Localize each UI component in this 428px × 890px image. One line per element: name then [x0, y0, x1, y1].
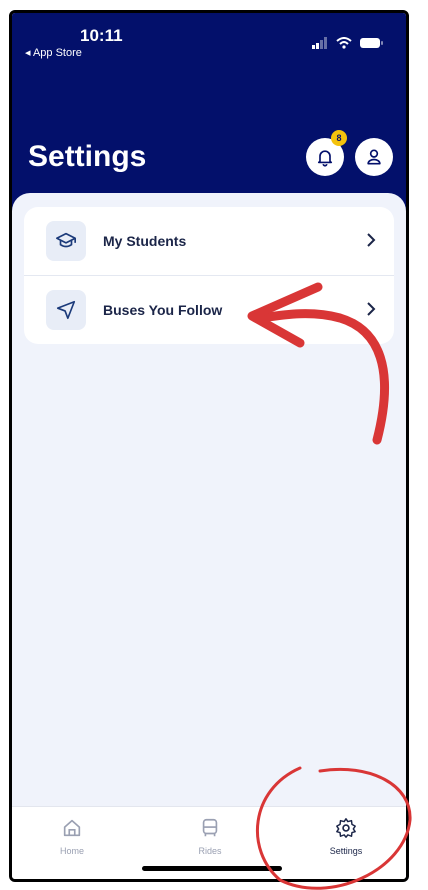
settings-item-label: My Students [103, 233, 187, 249]
battery-icon [360, 38, 383, 48]
bus-icon [202, 818, 218, 837]
tab-label: Settings [329, 846, 363, 856]
gear-icon [336, 818, 356, 838]
user-icon [367, 149, 381, 165]
graduation-cap-icon [56, 232, 76, 248]
tab-home[interactable]: Home [32, 817, 112, 856]
settings-item-buses-you-follow[interactable]: Buses You Follow [24, 275, 394, 344]
home-icon [63, 819, 81, 837]
settings-content: My Students Buses You Follow [12, 193, 406, 813]
chevron-right-icon [367, 302, 376, 316]
tab-label: Rides [198, 846, 222, 856]
phone-screen: 10:11 ◂ App Store Settings 8 My Students… [9, 10, 409, 882]
tab-rides[interactable]: Rides [170, 817, 250, 856]
bell-icon [317, 150, 333, 167]
tab-bar: Home Rides Settings [12, 806, 406, 879]
wifi-icon [336, 37, 352, 49]
status-icons [312, 37, 384, 49]
settings-item-my-students[interactable]: My Students [24, 207, 394, 275]
signal-icon [312, 37, 327, 49]
notification-badge: 8 [331, 130, 347, 146]
chevron-right-icon [367, 233, 376, 247]
settings-item-label: Buses You Follow [103, 302, 223, 318]
page-title: Settings [28, 140, 147, 173]
tab-settings[interactable]: Settings [306, 817, 386, 856]
back-to-app-store-link[interactable]: ◂ App Store [25, 46, 82, 59]
navigation-arrow-icon [56, 300, 76, 320]
status-time: 10:11 [80, 26, 123, 45]
tab-label: Home [59, 846, 84, 856]
profile-button[interactable] [355, 138, 393, 176]
row-icon-container [46, 221, 86, 261]
settings-card: My Students Buses You Follow [24, 207, 394, 344]
row-icon-container [46, 290, 86, 330]
home-indicator [142, 866, 282, 871]
